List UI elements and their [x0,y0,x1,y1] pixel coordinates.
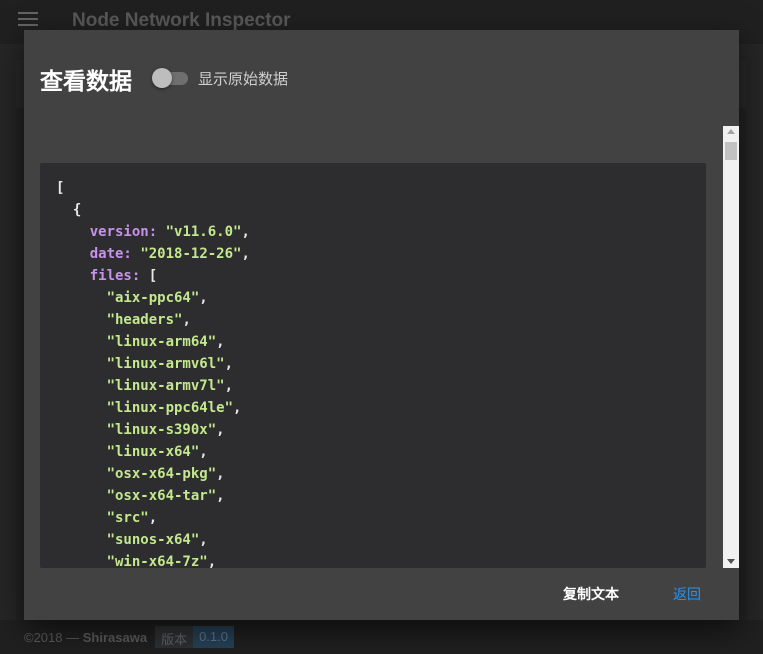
json-punctuation: , [216,334,225,350]
json-punctuation: , [241,224,250,240]
scrollbar-thumb[interactable] [725,142,737,160]
json-string: "win-x64-7z" [106,554,208,568]
json-viewer: [ { version: "v11.6.0", date: "2018-12-2… [40,163,706,568]
json-string: "2018-12-26" [140,246,242,262]
code-line: "sunos-x64", [56,529,690,551]
code-line: "linux-ppc64le", [56,397,690,419]
code-line: "linux-armv7l", [56,375,690,397]
code-line: "linux-x64", [56,441,690,463]
code-line: [ [56,177,690,199]
json-punctuation: , [241,246,250,262]
json-punctuation: , [216,422,225,438]
raw-data-toggle-label[interactable]: 显示原始数据 [198,68,288,89]
json-string: "linux-armv7l" [106,378,225,394]
json-key: date: [89,246,132,262]
json-punctuation: , [233,400,242,416]
raw-data-toggle[interactable] [152,68,190,88]
json-punctuation: , [199,290,208,306]
json-punctuation: , [182,312,191,328]
json-string: "src" [106,510,149,526]
code-line: version: "v11.6.0", [56,221,690,243]
code-line: files: [ [56,265,690,287]
json-punctuation: , [224,356,234,372]
json-string: "sunos-x64" [106,532,200,548]
code-line: "osx-x64-pkg", [56,463,690,485]
code-line: "linux-arm64", [56,331,690,353]
json-key: files: [89,268,141,284]
json-string: "aix-ppc64" [106,290,200,306]
json-string: "linux-x64" [106,444,200,460]
code-line: "osx-x64-tar", [56,485,690,507]
back-button[interactable]: 返回 [667,582,707,606]
view-data-dialog: 查看数据 显示原始数据 [ { version: "v11.6.0", date… [24,30,739,620]
code-line: "headers", [56,309,690,331]
dialog-title: 查看数据 [40,68,132,94]
json-punctuation: { [72,202,82,218]
json-string: "osx-x64-tar" [106,488,217,504]
code-line: "win-x64-7z", [56,551,690,568]
json-punctuation: [ [56,180,65,196]
json-punctuation: , [224,378,234,394]
app-root: Node Network Inspector ©2018 — Shirasawa… [0,0,763,654]
scroll-up-arrow-icon[interactable] [727,129,735,134]
json-punctuation: , [207,554,217,568]
json-code-block: [ { version: "v11.6.0", date: "2018-12-2… [40,163,706,568]
json-string: "linux-arm64" [106,334,217,350]
json-string: "linux-s390x" [106,422,217,438]
code-line: "aix-ppc64", [56,287,690,309]
json-string: "linux-ppc64le" [106,400,234,416]
json-string: "headers" [106,312,183,328]
toggle-thumb [152,68,172,88]
code-line: date: "2018-12-26", [56,243,690,265]
json-punctuation: , [199,444,208,460]
copy-text-button[interactable]: 复制文本 [557,582,625,606]
code-line: "src", [56,507,690,529]
json-punctuation: , [216,488,225,504]
json-string: "osx-x64-pkg" [106,466,217,482]
dialog-actions: 复制文本 返回 [24,582,739,606]
json-punctuation [157,224,165,240]
json-string: "linux-armv6l" [106,356,225,372]
json-punctuation: , [148,510,158,526]
json-punctuation: , [216,466,225,482]
json-key: version: [89,224,158,240]
scroll-down-arrow-icon[interactable] [727,559,735,564]
json-punctuation: [ [140,268,158,284]
json-punctuation: , [199,532,208,548]
code-line: "linux-armv6l", [56,353,690,375]
code-line: { [56,199,690,221]
json-string: "v11.6.0" [165,224,242,240]
vertical-scrollbar[interactable] [723,126,739,568]
code-line: "linux-s390x", [56,419,690,441]
